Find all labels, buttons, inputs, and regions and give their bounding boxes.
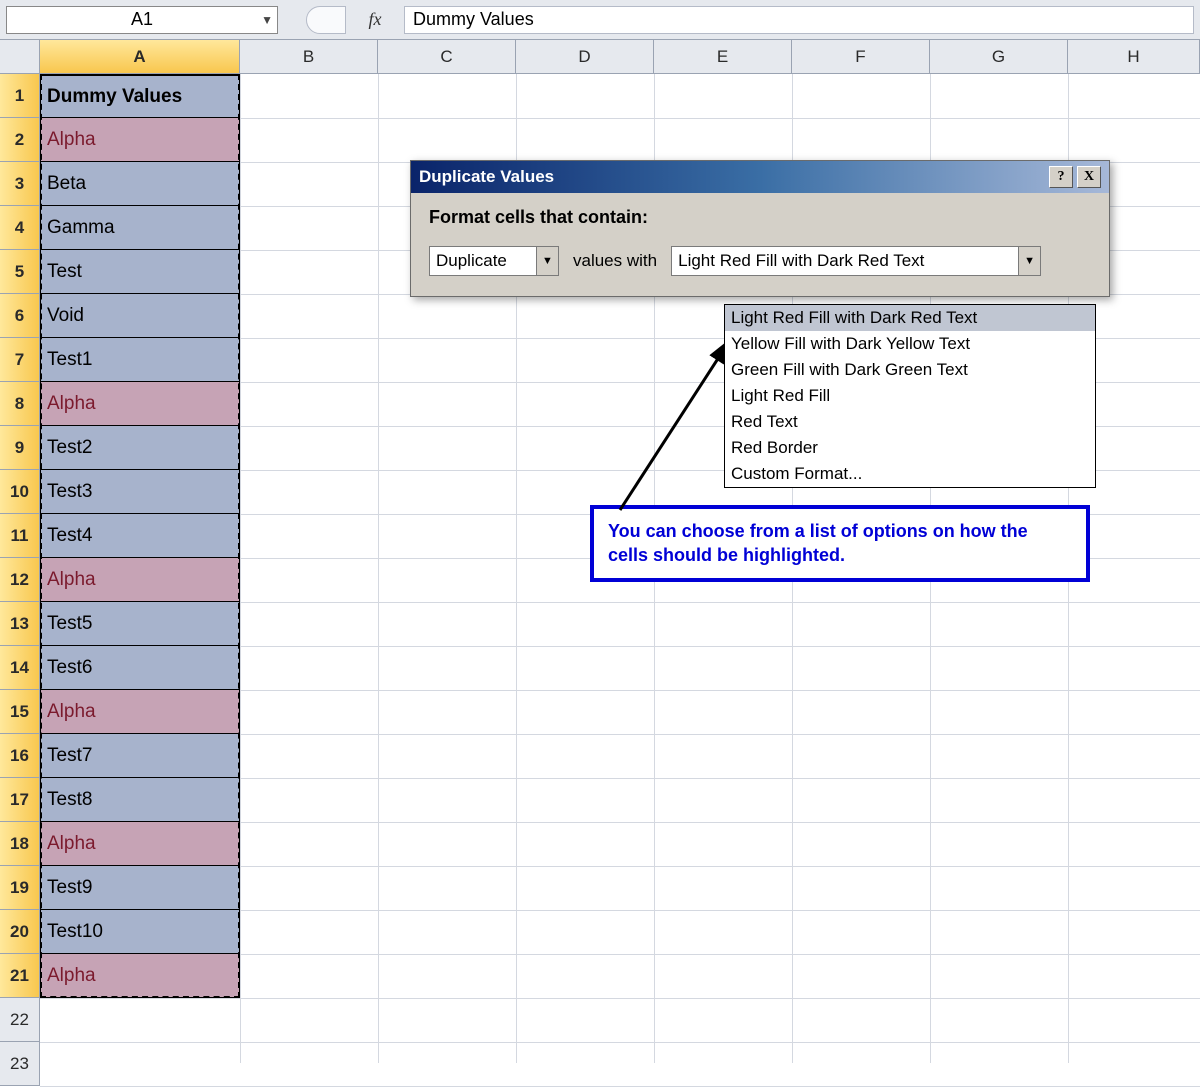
formula-bar[interactable]: Dummy Values: [404, 6, 1194, 34]
row-header-12[interactable]: 12: [0, 558, 40, 602]
row-header-11[interactable]: 11: [0, 514, 40, 558]
cancel-formula-button[interactable]: [306, 6, 346, 34]
row-header-7[interactable]: 7: [0, 338, 40, 382]
duplicate-values-dialog: Duplicate Values ? X Format cells that c…: [410, 160, 1110, 297]
column-header-a[interactable]: A: [40, 40, 240, 73]
format-option[interactable]: Light Red Fill: [725, 383, 1095, 409]
cell-a2[interactable]: Alpha: [40, 118, 240, 162]
format-option[interactable]: Green Fill with Dark Green Text: [725, 357, 1095, 383]
cell-a9[interactable]: Test2: [40, 426, 240, 470]
dialog-label-valueswith: values with: [573, 251, 657, 271]
row-header-16[interactable]: 16: [0, 734, 40, 778]
row-header-19[interactable]: 19: [0, 866, 40, 910]
fx-icon[interactable]: fx: [350, 9, 400, 30]
name-box[interactable]: A1 ▼: [6, 6, 278, 34]
column-header-c[interactable]: C: [378, 40, 516, 73]
format-option[interactable]: Red Text: [725, 409, 1095, 435]
column-a-cells[interactable]: Dummy ValuesAlphaBetaGammaTestVoidTest1A…: [40, 74, 240, 998]
cell-a18[interactable]: Alpha: [40, 822, 240, 866]
cell-a12[interactable]: Alpha: [40, 558, 240, 602]
cell-a16[interactable]: Test7: [40, 734, 240, 778]
column-header-e[interactable]: E: [654, 40, 792, 73]
row-header-4[interactable]: 4: [0, 206, 40, 250]
cell-a8[interactable]: Alpha: [40, 382, 240, 426]
row-header-3[interactable]: 3: [0, 162, 40, 206]
format-option[interactable]: Yellow Fill with Dark Yellow Text: [725, 331, 1095, 357]
cell-a11[interactable]: Test4: [40, 514, 240, 558]
row-header-18[interactable]: 18: [0, 822, 40, 866]
row-header-13[interactable]: 13: [0, 602, 40, 646]
annotation-text: You can choose from a list of options on…: [608, 521, 1028, 565]
cell-a4[interactable]: Gamma: [40, 206, 240, 250]
column-header-f[interactable]: F: [792, 40, 930, 73]
chevron-down-icon[interactable]: ▼: [536, 247, 558, 275]
row-header-5[interactable]: 5: [0, 250, 40, 294]
cell-a19[interactable]: Test9: [40, 866, 240, 910]
row-header-6[interactable]: 6: [0, 294, 40, 338]
cell-a3[interactable]: Beta: [40, 162, 240, 206]
cell-a6[interactable]: Void: [40, 294, 240, 338]
chevron-down-icon[interactable]: ▼: [1018, 247, 1040, 275]
format-option[interactable]: Red Border: [725, 435, 1095, 461]
row-header-21[interactable]: 21: [0, 954, 40, 998]
duplicate-type-combo[interactable]: Duplicate ▼: [429, 246, 559, 276]
column-header-d[interactable]: D: [516, 40, 654, 73]
cell-a14[interactable]: Test6: [40, 646, 240, 690]
cell-a10[interactable]: Test3: [40, 470, 240, 514]
row-header-17[interactable]: 17: [0, 778, 40, 822]
row-header-14[interactable]: 14: [0, 646, 40, 690]
cell-a15[interactable]: Alpha: [40, 690, 240, 734]
format-option[interactable]: Light Red Fill with Dark Red Text: [725, 305, 1095, 331]
cell-a20[interactable]: Test10: [40, 910, 240, 954]
dialog-help-button[interactable]: ?: [1049, 166, 1073, 188]
formula-bar-value: Dummy Values: [413, 9, 534, 30]
select-all-corner[interactable]: [0, 40, 40, 74]
row-headers: 1234567891011121314151617181920212223: [0, 74, 40, 1086]
dialog-titlebar[interactable]: Duplicate Values ? X: [411, 161, 1109, 193]
row-header-1[interactable]: 1: [0, 74, 40, 118]
spreadsheet-grid: ABCDEFGH 1234567891011121314151617181920…: [0, 40, 1200, 1063]
column-header-g[interactable]: G: [930, 40, 1068, 73]
row-header-20[interactable]: 20: [0, 910, 40, 954]
row-header-22[interactable]: 22: [0, 998, 40, 1042]
column-headers: ABCDEFGH: [40, 40, 1200, 74]
combo-format-value: Light Red Fill with Dark Red Text: [678, 251, 924, 271]
dialog-title: Duplicate Values: [419, 167, 554, 187]
chevron-down-icon[interactable]: ▼: [261, 13, 273, 27]
cell-a5[interactable]: Test: [40, 250, 240, 294]
column-header-b[interactable]: B: [240, 40, 378, 73]
combo-type-value: Duplicate: [436, 251, 507, 271]
format-option[interactable]: Custom Format...: [725, 461, 1095, 487]
row-header-2[interactable]: 2: [0, 118, 40, 162]
name-box-value: A1: [131, 9, 153, 30]
row-header-10[interactable]: 10: [0, 470, 40, 514]
dialog-body-header: Format cells that contain:: [429, 207, 1091, 228]
cell-a13[interactable]: Test5: [40, 602, 240, 646]
formula-bar-row: A1 ▼ fx Dummy Values: [0, 0, 1200, 40]
format-dropdown-list[interactable]: Light Red Fill with Dark Red TextYellow …: [724, 304, 1096, 488]
row-header-8[interactable]: 8: [0, 382, 40, 426]
row-header-9[interactable]: 9: [0, 426, 40, 470]
cell-a17[interactable]: Test8: [40, 778, 240, 822]
column-header-h[interactable]: H: [1068, 40, 1200, 73]
row-header-23[interactable]: 23: [0, 1042, 40, 1086]
cell-a21[interactable]: Alpha: [40, 954, 240, 998]
row-header-15[interactable]: 15: [0, 690, 40, 734]
dialog-close-button[interactable]: X: [1077, 166, 1101, 188]
cell-a1[interactable]: Dummy Values: [40, 74, 240, 118]
format-combo[interactable]: Light Red Fill with Dark Red Text ▼: [671, 246, 1041, 276]
cell-a7[interactable]: Test1: [40, 338, 240, 382]
annotation-callout: You can choose from a list of options on…: [590, 505, 1090, 582]
